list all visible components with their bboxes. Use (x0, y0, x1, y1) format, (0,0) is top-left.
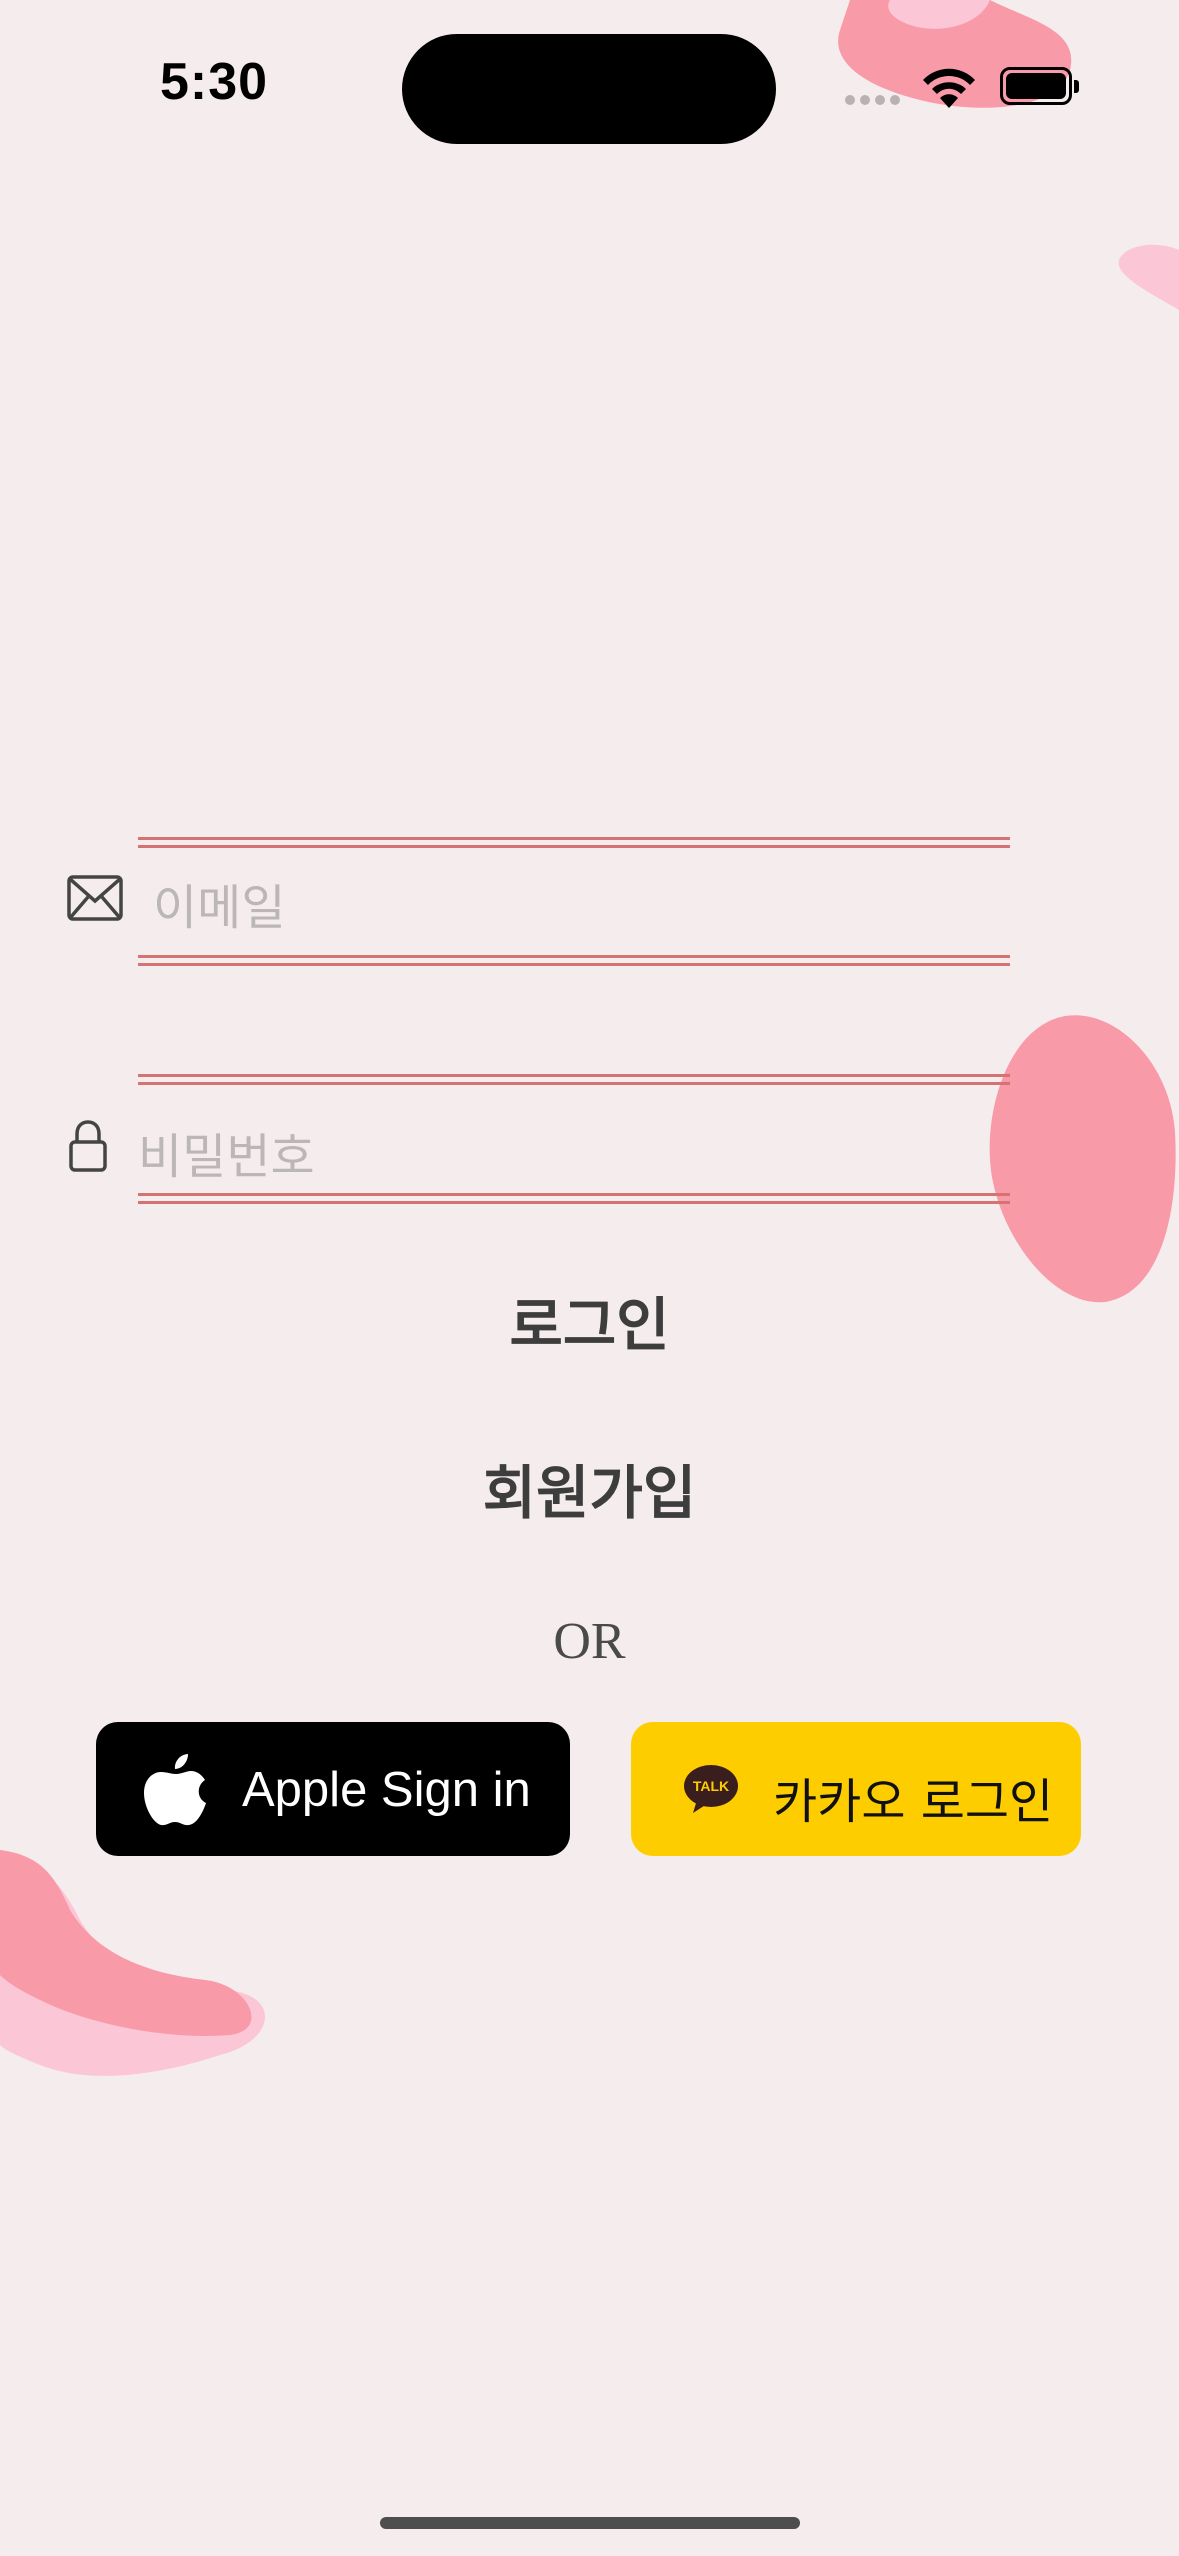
decor-blob-right-middle (989, 1015, 1176, 1303)
decor-blob-right-top (1118, 244, 1179, 310)
login-button[interactable]: 로그인 (0, 1278, 1179, 1362)
kakao-login-button[interactable]: TALK 카카오 로그인 (631, 1722, 1081, 1856)
signup-button[interactable]: 회원가입 (0, 1446, 1179, 1530)
password-field[interactable]: 비밀번호 (138, 1117, 998, 1187)
status-time: 5:30 (160, 53, 269, 111)
password-field-top-line-2 (138, 1082, 1010, 1085)
apple-logo-icon (144, 1754, 206, 1826)
kakao-talk-icon: TALK (684, 1765, 738, 1813)
kakao-talk-icon-text: TALK (693, 1778, 729, 1794)
email-field[interactable]: 이메일 (153, 868, 993, 938)
wifi-icon (923, 68, 975, 108)
email-field-top-line (138, 837, 1010, 840)
password-field-bottom-line-2 (138, 1201, 1010, 1204)
lock-icon (69, 1120, 107, 1172)
home-indicator[interactable] (380, 2517, 800, 2529)
cellular-signal-icon (845, 92, 905, 110)
envelope-icon (67, 875, 123, 921)
dynamic-island (402, 34, 776, 144)
battery-icon (1000, 67, 1072, 105)
apple-sign-in-button[interactable]: Apple Sign in (96, 1722, 570, 1856)
kakao-login-label: 카카오 로그인 (773, 1774, 1054, 1830)
or-divider-label: OR (553, 1613, 626, 1670)
password-field-bottom-line (138, 1193, 1010, 1196)
decor-blob-left-bottom (0, 1850, 265, 2076)
email-field-bottom-line (138, 955, 1010, 958)
email-field-bottom-line-2 (138, 963, 1010, 966)
apple-sign-in-label: Apple Sign in (242, 1763, 531, 1817)
password-field-top-line (138, 1074, 1010, 1077)
battery-cap (1074, 80, 1079, 93)
email-field-top-line-2 (138, 845, 1010, 848)
